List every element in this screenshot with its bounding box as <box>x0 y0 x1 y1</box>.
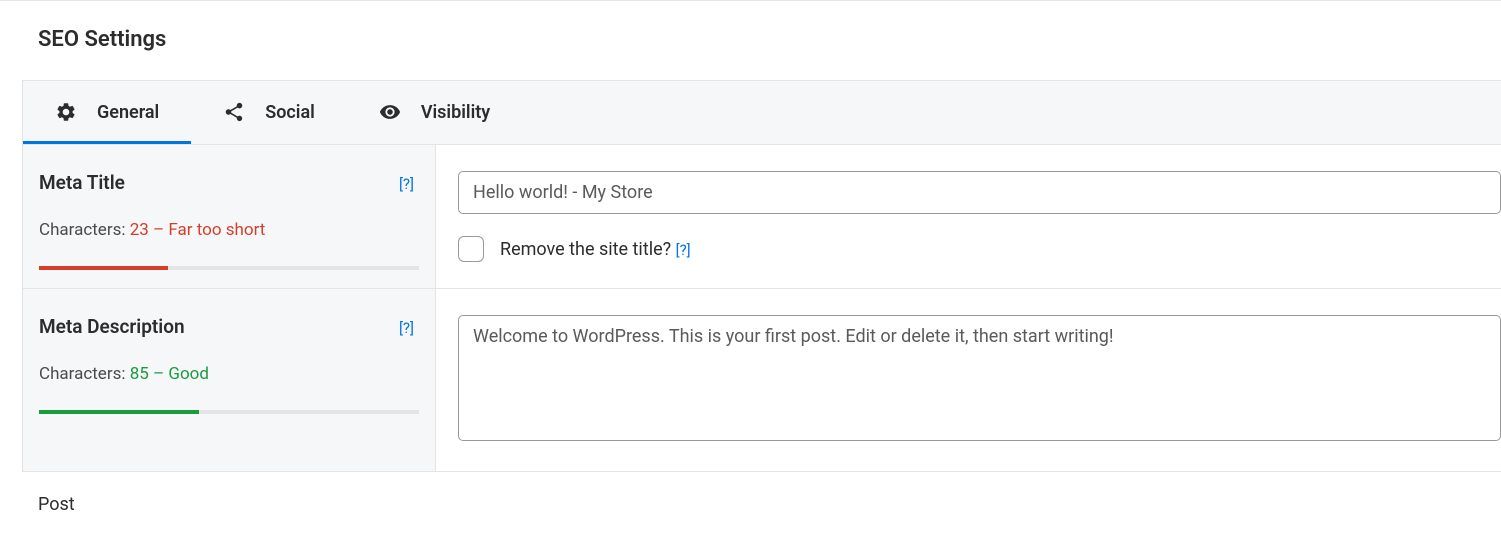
panel-title: SEO Settings <box>0 1 1501 52</box>
tab-visibility[interactable]: Visibility <box>347 81 522 144</box>
meta-description-progress <box>39 410 419 414</box>
meta-title-section: Meta Title [?] Characters: 23 – Far too … <box>23 145 1501 289</box>
meta-title-right: Remove the site title? [?] <box>436 145 1501 288</box>
meta-title-help[interactable]: [?] <box>399 175 419 193</box>
meta-description-right <box>436 289 1501 471</box>
meta-description-input[interactable] <box>458 315 1501 441</box>
meta-title-progress-fill <box>39 266 168 270</box>
tab-social[interactable]: Social <box>191 81 347 144</box>
share-icon <box>223 101 245 123</box>
gear-icon <box>55 101 77 123</box>
meta-description-char-count: Characters: 85 – Good <box>39 364 419 384</box>
remove-site-title-label: Remove the site title? [?] <box>500 239 696 260</box>
tab-bar: General Social Visibility <box>23 81 1501 145</box>
meta-description-left: Meta Description [?] Characters: 85 – Go… <box>23 289 436 471</box>
meta-title-progress <box>39 266 419 270</box>
post-label: Post <box>0 472 1501 515</box>
meta-title-input[interactable] <box>458 171 1501 214</box>
remove-site-title-help[interactable]: [?] <box>676 241 696 259</box>
remove-site-title-row: Remove the site title? [?] <box>458 236 1501 262</box>
meta-title-char-count: Characters: 23 – Far too short <box>39 220 419 240</box>
tab-label: Social <box>265 102 315 123</box>
seo-panel: General Social Visibility Meta Title [?]… <box>22 80 1501 472</box>
tab-general[interactable]: General <box>23 81 191 144</box>
meta-description-label: Meta Description <box>39 315 185 338</box>
meta-description-progress-fill <box>39 410 199 414</box>
tab-label: Visibility <box>421 102 490 123</box>
remove-site-title-checkbox[interactable] <box>458 236 484 262</box>
meta-description-section: Meta Description [?] Characters: 85 – Go… <box>23 289 1501 471</box>
meta-title-left: Meta Title [?] Characters: 23 – Far too … <box>23 145 436 288</box>
tab-label: General <box>97 102 159 123</box>
eye-icon <box>379 101 401 123</box>
meta-description-help[interactable]: [?] <box>399 319 419 337</box>
meta-title-label: Meta Title <box>39 171 125 194</box>
